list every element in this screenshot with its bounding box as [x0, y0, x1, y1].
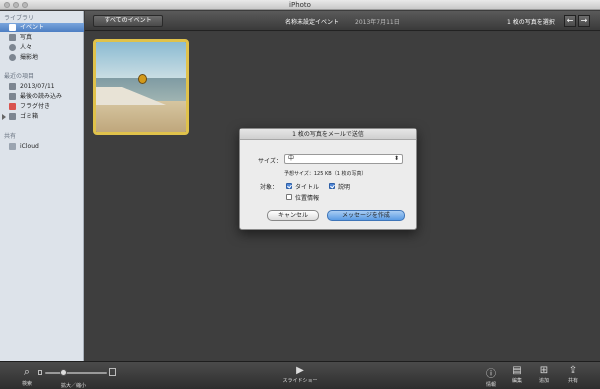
info-button[interactable]: ⓘ 情報	[482, 365, 500, 388]
zoom-label: 拡大／縮小	[61, 383, 87, 389]
estimated-size: 予想サイズ：125 KB（1 枚の写真）	[284, 171, 367, 177]
add-button[interactable]: ⊞ 追加	[535, 365, 553, 384]
recent-header: 最近の項目	[4, 73, 35, 80]
sidebar-item-flagged[interactable]: フラグ付き	[0, 102, 84, 111]
icloud-icon	[9, 143, 16, 150]
arrow-right-icon: →	[580, 16, 588, 25]
email-dialog: 1 枚の写真をメールで送信 サイズ： 中 ⬍ 予想サイズ：125 KB（1 枚の…	[239, 128, 417, 230]
sidebar-item-last-import[interactable]: 最後の読み込み	[0, 92, 84, 101]
zoom-window-button[interactable]	[22, 2, 28, 8]
search-icon: ⌕	[23, 365, 31, 378]
trash-icon	[9, 113, 16, 120]
photo-thumbnail[interactable]	[93, 39, 189, 135]
photo-sky	[96, 42, 186, 78]
edit-icon: ▤	[512, 365, 522, 376]
cancel-button[interactable]: キャンセル	[267, 210, 319, 221]
add-label: 追加	[538, 378, 549, 384]
chevron-updown-icon: ⬍	[393, 155, 399, 162]
description-checkbox[interactable]	[329, 183, 335, 189]
share-button[interactable]: ⇪ 共有	[562, 365, 584, 384]
edit-button[interactable]: ▤ 編集	[508, 365, 526, 384]
event-date: 2013年7月11日	[355, 19, 400, 26]
title-checkbox[interactable]	[286, 183, 292, 189]
title-bar: iPhoto	[0, 0, 600, 10]
places-icon	[9, 54, 16, 61]
info-label: 情報	[485, 382, 496, 388]
photo-pumpkin	[138, 74, 147, 84]
search-label: 検索	[21, 381, 32, 387]
event-toolbar: すべてのイベント 名称未設定イベント 2013年7月11日 1 枚の写真を選択 …	[85, 11, 600, 31]
bottom-toolbar: ⌕ 検索 拡大／縮小 ▶ スライドショー ⓘ 情報 ▤ 編集 ⊞ 追加 ⇪ 共有	[0, 361, 600, 389]
sidebar-item-label: iCloud	[20, 143, 39, 150]
size-select[interactable]: 中 ⬍	[284, 154, 403, 164]
shared-header: 共有	[4, 133, 17, 140]
sidebar: ライブラリ イベント 写真 人々 撮影地 最近の項目 2013/07/11 最後…	[0, 11, 84, 361]
title-option-label: タイトル	[295, 184, 320, 191]
sidebar-item-faces[interactable]: 人々	[0, 43, 84, 52]
sidebar-item-photos[interactable]: 写真	[0, 33, 84, 42]
window-title: iPhoto	[289, 1, 311, 9]
iphoto-window: iPhoto ライブラリ イベント 写真 人々 撮影地 最近の項目 2013/0…	[0, 0, 600, 389]
zoom-slider-knob[interactable]	[60, 369, 67, 376]
import-icon	[9, 93, 16, 100]
slideshow-label: スライドショー	[282, 378, 318, 384]
sidebar-item-label: フラグ付き	[20, 103, 51, 110]
next-button[interactable]: →	[578, 15, 590, 27]
target-label: 対象：	[260, 184, 279, 191]
photos-icon	[9, 34, 16, 41]
location-checkbox[interactable]	[286, 194, 292, 200]
description-option-label: 説明	[338, 184, 351, 191]
faces-icon	[9, 44, 16, 51]
sidebar-item-label: イベント	[20, 24, 45, 31]
zoom-slider[interactable]	[45, 372, 107, 374]
close-window-button[interactable]	[4, 2, 10, 8]
zoom-small-icon	[38, 370, 42, 375]
create-message-button[interactable]: メッセージを作成	[327, 210, 405, 221]
info-icon: ⓘ	[486, 369, 496, 380]
size-label: サイズ：	[258, 158, 282, 165]
sidebar-item-icloud[interactable]: iCloud	[0, 142, 84, 151]
previous-button[interactable]: ←	[564, 15, 576, 27]
sidebar-item-label: 撮影地	[20, 54, 39, 61]
location-option-label: 位置情報	[295, 195, 320, 202]
library-header: ライブラリ	[4, 15, 35, 22]
edit-label: 編集	[511, 378, 522, 384]
all-events-button[interactable]: すべてのイベント	[93, 15, 163, 27]
search-button[interactable]: ⌕ 検索	[16, 365, 38, 387]
share-icon: ⇪	[568, 365, 578, 376]
photo-sand	[96, 100, 186, 132]
sidebar-item-label: 写真	[20, 34, 33, 41]
disclosure-triangle-icon[interactable]	[2, 114, 6, 120]
sidebar-item-places[interactable]: 撮影地	[0, 53, 84, 62]
arrow-left-icon: ←	[566, 16, 574, 25]
play-icon: ▶	[296, 365, 304, 376]
dialog-title: 1 枚の写真をメールで送信	[240, 129, 416, 140]
sidebar-item-label: 2013/07/11	[20, 83, 55, 90]
minimize-window-button[interactable]	[13, 2, 19, 8]
sidebar-item-2013-07-11[interactable]: 2013/07/11	[0, 82, 84, 91]
event-title: 名称未設定イベント	[285, 19, 340, 26]
sidebar-item-label: ゴミ箱	[20, 113, 39, 120]
events-icon	[9, 24, 16, 31]
sidebar-item-events[interactable]: イベント	[0, 23, 84, 32]
share-label: 共有	[567, 378, 578, 384]
sidebar-item-label: 人々	[20, 44, 33, 51]
selection-count: 1 枚の写真を選択	[507, 19, 555, 26]
slideshow-button[interactable]: ▶ スライドショー	[277, 365, 323, 384]
size-value: 中	[288, 155, 295, 162]
event-icon	[9, 83, 16, 90]
flag-icon	[9, 103, 16, 110]
add-icon: ⊞	[539, 365, 549, 376]
photo-pier	[96, 87, 166, 105]
sidebar-item-trash[interactable]: ゴミ箱	[0, 112, 84, 121]
zoom-large-icon	[109, 368, 116, 376]
sidebar-item-label: 最後の読み込み	[20, 93, 63, 100]
